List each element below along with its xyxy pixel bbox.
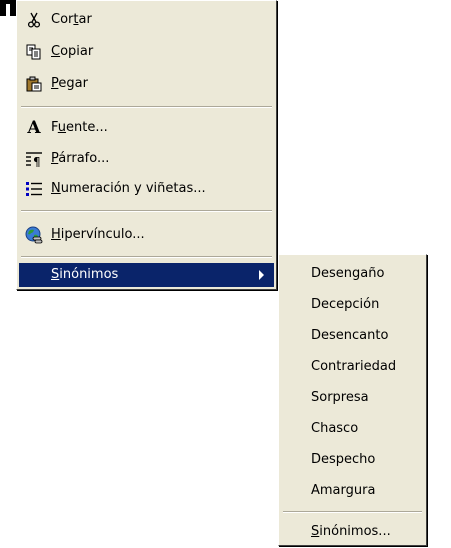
- synonym-label: Chasco: [311, 421, 359, 436]
- synonym-item[interactable]: Despecho: [281, 445, 424, 475]
- svg-text:¶: ¶: [33, 155, 41, 167]
- synonym-label: Amargura: [311, 483, 376, 498]
- menu-separator: [21, 256, 272, 258]
- window-corner-icon: [0, 0, 16, 16]
- menu-item-sinonimos[interactable]: Sinónimos: [19, 263, 274, 287]
- menu-item-hipervinculo[interactable]: Hipervínculo...: [19, 220, 274, 250]
- menu-item-cortar[interactable]: Cortar: [19, 5, 274, 35]
- menu-item-label: Pegar: [51, 76, 88, 91]
- synonym-item[interactable]: Chasco: [281, 414, 424, 444]
- paste-icon: [25, 75, 43, 93]
- menu-item-label: Hipervínculo...: [51, 227, 145, 242]
- menu-item-label: Numeración y viñetas...: [51, 181, 206, 196]
- menu-item-label: Fuente...: [51, 120, 108, 135]
- menu-item-copiar[interactable]: Copiar: [19, 37, 274, 67]
- context-menu: Cortar Copiar Pegar A Fuente... ¶ Párraf…: [16, 0, 277, 290]
- hyperlink-globe-icon: [25, 226, 43, 244]
- menu-item-label: Copiar: [51, 44, 94, 59]
- menu-item-label: Sinónimos: [51, 267, 119, 282]
- synonym-item[interactable]: Decepción: [281, 290, 424, 320]
- menu-separator: [21, 210, 272, 212]
- submenu-arrow-icon: [259, 270, 264, 280]
- font-icon: A: [25, 118, 43, 138]
- menu-item-numeracion[interactable]: Numeración y viñetas...: [19, 174, 274, 204]
- synonym-item[interactable]: Contrariedad: [281, 352, 424, 382]
- synonym-label: Decepción: [311, 297, 380, 312]
- synonyms-submenu: Desengaño Decepción Desencanto Contrarie…: [278, 254, 427, 546]
- menu-item-label: Cortar: [51, 12, 92, 27]
- menu-item-label: Párrafo...: [51, 151, 110, 166]
- synonym-item[interactable]: Desengaño: [281, 259, 424, 289]
- synonym-label: Desencanto: [311, 328, 389, 343]
- menu-separator: [21, 106, 272, 108]
- synonym-label: Contrariedad: [311, 359, 397, 374]
- menu-item-pegar[interactable]: Pegar: [19, 69, 274, 99]
- scissors-icon: [25, 11, 43, 29]
- thesaurus-label: Sinónimos...: [311, 524, 391, 539]
- bullets-numbering-icon: [25, 180, 43, 198]
- synonym-label: Sorpresa: [311, 390, 369, 405]
- synonym-label: Despecho: [311, 452, 376, 467]
- synonym-item[interactable]: Desencanto: [281, 321, 424, 351]
- submenu-separator: [283, 511, 422, 513]
- paragraph-icon: ¶: [25, 150, 43, 168]
- font-icon-glyph: A: [27, 118, 41, 138]
- synonym-item[interactable]: Sorpresa: [281, 383, 424, 413]
- menu-item-fuente[interactable]: A Fuente...: [19, 113, 274, 143]
- copy-icon: [25, 43, 43, 61]
- menu-item-parrafo[interactable]: ¶ Párrafo...: [19, 144, 274, 174]
- synonym-item[interactable]: Amargura: [281, 476, 424, 506]
- synonym-label: Desengaño: [311, 266, 385, 281]
- thesaurus-button[interactable]: Sinónimos...: [281, 517, 424, 547]
